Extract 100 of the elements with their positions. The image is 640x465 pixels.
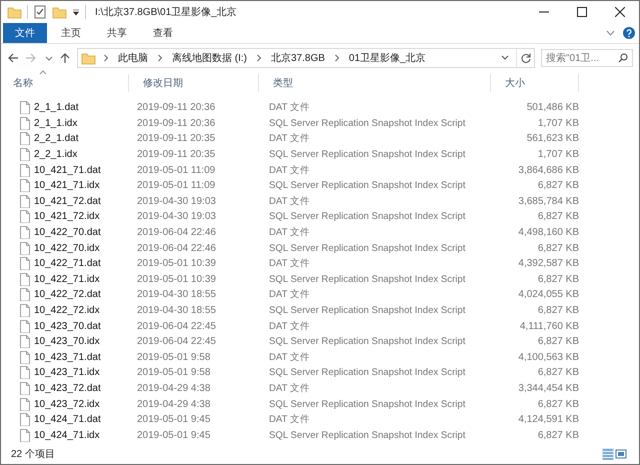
modified-date: 2019-09-11 20:35 xyxy=(136,133,216,144)
file-type: SQL Server Replication Snapshot Index Script xyxy=(268,367,466,378)
chevron-right-icon[interactable] xyxy=(156,54,164,62)
column-header[interactable]: 修改日期 xyxy=(129,74,259,92)
file-name[interactable]: 10_421_71.idx xyxy=(34,180,100,192)
file-name[interactable]: 10_422_72.dat xyxy=(34,289,101,300)
file-name[interactable]: 10_421_72.dat xyxy=(34,196,101,207)
back-arrow-icon xyxy=(7,52,19,64)
large-icons-view-icon xyxy=(615,448,627,460)
file-size: 6,827 KB xyxy=(536,274,579,285)
modified-date: 2019-05-01 11:09 xyxy=(136,164,216,176)
file-size: 6,827 KB xyxy=(536,367,579,378)
file-type: SQL Server Replication Snapshot Index Script xyxy=(268,118,466,129)
modified-date: 2019-06-04 22:46 xyxy=(136,227,217,238)
up-arrow-button[interactable] xyxy=(59,52,71,64)
details-view-button[interactable] xyxy=(602,448,614,460)
help-icon[interactable] xyxy=(623,27,635,39)
ribbon-tab[interactable]: 主页 xyxy=(49,23,93,43)
file-name[interactable]: 10_423_70.dat xyxy=(34,320,101,332)
file-name[interactable]: 10_423_71.dat xyxy=(34,352,101,363)
file-icon xyxy=(19,242,30,255)
file-type: SQL Server Replication Snapshot Index Script xyxy=(268,336,466,348)
ribbon-tab[interactable]: 文件 xyxy=(3,23,47,43)
file-name[interactable]: 10_423_72.dat xyxy=(34,382,101,394)
file-name[interactable]: 10_424_71.dat xyxy=(34,414,101,426)
modified-date: 2019-04-30 19:03 xyxy=(136,211,217,222)
refresh-icon xyxy=(520,53,530,63)
properties-icon[interactable] xyxy=(33,5,47,19)
modified-date: 2019-06-04 22:46 xyxy=(136,242,217,254)
file-name[interactable]: 10_421_71.dat xyxy=(34,164,101,176)
modified-date: 2019-06-04 22:45 xyxy=(136,336,217,348)
file-type: DAT 文件 xyxy=(268,194,311,208)
file-name[interactable]: 10_422_70.idx xyxy=(34,242,100,254)
file-name[interactable]: 10_422_72.idx xyxy=(34,305,100,316)
file-name[interactable]: 10_422_71.dat xyxy=(34,258,101,270)
file-icon xyxy=(19,148,30,162)
column-header[interactable]: 类型 xyxy=(259,74,491,92)
ribbon-tab[interactable]: 共享 xyxy=(95,23,139,43)
file-name[interactable]: 10_422_70.dat xyxy=(34,227,101,238)
file-size: 561,623 KB xyxy=(526,133,579,144)
file-name[interactable]: 2_1_1.dat xyxy=(34,102,78,114)
folder-icon xyxy=(81,51,96,65)
file-name[interactable]: 10_421_72.idx xyxy=(34,211,100,222)
caret-down-icon[interactable] xyxy=(500,54,510,62)
chevron-right-icon[interactable] xyxy=(332,54,341,62)
file-icon xyxy=(19,272,30,286)
sort-caret-icon xyxy=(39,70,47,75)
modified-date: 2019-09-11 20:36 xyxy=(136,102,216,114)
column-header[interactable]: 名称 xyxy=(1,74,129,92)
file-name[interactable]: 2_1_1.idx xyxy=(34,118,78,129)
file-icon xyxy=(19,101,30,114)
file-icon xyxy=(19,320,30,333)
modified-date: 2019-05-01 9:45 xyxy=(136,414,212,426)
file-type: SQL Server Replication Snapshot Index Script xyxy=(268,180,466,192)
folder-icon xyxy=(7,5,22,19)
address-bar[interactable]: 此电脑 离线地图数据 (I:) 北京37.8GB 01卫星影像_北京 xyxy=(77,48,535,68)
file-type: SQL Server Replication Snapshot Index Script xyxy=(268,242,466,254)
file-size: 6,827 KB xyxy=(536,242,579,254)
chevron-right-icon[interactable] xyxy=(255,54,263,62)
file-icon xyxy=(19,194,30,208)
file-name[interactable]: 10_423_72.idx xyxy=(34,398,100,410)
modified-date: 2019-06-04 22:45 xyxy=(136,320,217,332)
file-type: SQL Server Replication Snapshot Index Script xyxy=(268,305,466,316)
file-icon xyxy=(19,257,30,270)
breadcrumb[interactable]: 离线地图数据 (I:) xyxy=(170,51,249,65)
column-header[interactable]: 大小 xyxy=(491,74,579,92)
file-type: DAT 文件 xyxy=(268,226,311,240)
file-name[interactable]: 10_423_70.idx xyxy=(34,336,100,348)
modified-date: 2019-05-01 10:39 xyxy=(136,258,217,270)
caret-down-icon[interactable] xyxy=(606,30,615,36)
dropdown-icon[interactable] xyxy=(72,8,80,16)
file-name[interactable]: 2_2_1.idx xyxy=(34,149,78,160)
file-name[interactable]: 10_423_71.idx xyxy=(34,367,100,378)
search-icon[interactable] xyxy=(618,53,628,63)
breadcrumb[interactable]: 此电脑 xyxy=(116,51,150,65)
back-arrow-button[interactable] xyxy=(7,52,19,64)
file-size: 6,827 KB xyxy=(536,180,579,192)
file-icon xyxy=(19,366,30,380)
file-icon xyxy=(19,335,30,348)
forward-arrow-icon xyxy=(25,52,37,64)
large-icons-view-button[interactable] xyxy=(615,448,627,460)
file-name[interactable]: 10_424_71.idx xyxy=(34,430,100,441)
file-name[interactable]: 10_422_71.idx xyxy=(34,274,100,285)
modified-date: 2019-04-29 4:38 xyxy=(136,382,212,394)
ribbon-tab[interactable]: 查看 xyxy=(141,23,185,43)
file-size: 4,024,055 KB xyxy=(517,289,579,300)
breadcrumb[interactable]: 01卫星影像_北京 xyxy=(346,51,428,65)
breadcrumb[interactable]: 北京37.8GB xyxy=(269,51,327,65)
search-field[interactable]: 搜索"01卫... xyxy=(541,49,633,67)
file-type: DAT 文件 xyxy=(268,382,311,395)
details-view-icon xyxy=(602,448,614,460)
file-size: 1,707 KB xyxy=(536,118,579,129)
modified-date: 2019-04-30 19:03 xyxy=(136,196,217,207)
file-type: DAT 文件 xyxy=(268,413,311,426)
file-type: DAT 文件 xyxy=(268,101,311,114)
file-size: 6,827 KB xyxy=(536,211,579,222)
close-icon xyxy=(615,7,625,17)
chevron-right-icon[interactable] xyxy=(102,54,110,62)
file-name[interactable]: 2_2_1.dat xyxy=(34,133,78,144)
modified-date: 2019-04-30 18:55 xyxy=(136,289,217,300)
